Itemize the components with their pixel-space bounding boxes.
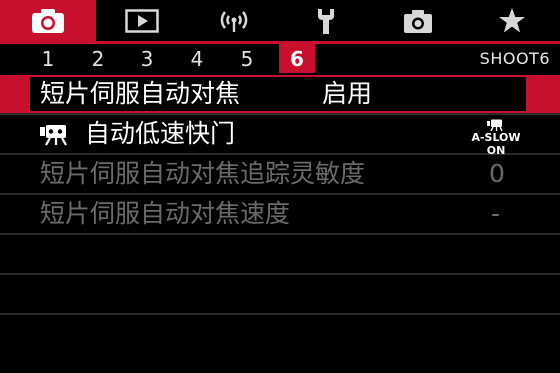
- page-label: SHOOT6: [479, 49, 550, 68]
- menu-item-label: 短片伺服自动对焦追踪灵敏度: [40, 159, 366, 188]
- tab-setup[interactable]: [280, 0, 372, 41]
- custom-camera-icon: [404, 9, 432, 33]
- wireless-icon: [220, 10, 248, 32]
- menu-item-label: 自动低速快门: [85, 119, 236, 148]
- star-icon: [499, 8, 525, 33]
- auto-slow-shutter-status: A-SLOW ON: [466, 119, 526, 157]
- tab-wireless[interactable]: [188, 0, 280, 41]
- page-1[interactable]: 1: [30, 44, 66, 74]
- movie-icon: [40, 125, 67, 146]
- menu-item-label: 短片伺服自动对焦速度: [40, 199, 291, 228]
- page-2[interactable]: 2: [80, 44, 116, 74]
- page-4[interactable]: 4: [179, 44, 215, 74]
- menu-item-auto-slow-shutter[interactable]: 自动低速快门 A-SLOW ON: [0, 115, 560, 157]
- selection-bar-right: [526, 75, 560, 113]
- page-5[interactable]: 5: [229, 44, 265, 74]
- page-3[interactable]: 3: [129, 44, 165, 74]
- tab-playback[interactable]: [96, 0, 188, 41]
- tab-shooting[interactable]: [0, 0, 96, 41]
- menu-item-empty: [0, 275, 560, 315]
- menu-item-value: -: [491, 199, 501, 228]
- menu-item-value: 启用: [322, 79, 373, 108]
- wrench-icon: [318, 8, 334, 34]
- menu-item-label: 短片伺服自动对焦: [40, 79, 241, 108]
- playback-icon: [125, 8, 159, 33]
- movie-small-icon: [487, 119, 503, 131]
- menu-item-tracking-sensitivity[interactable]: 短片伺服自动对焦追踪灵敏度 0: [0, 155, 560, 195]
- menu-item-empty: [0, 315, 560, 355]
- menu-item-value: 0: [489, 159, 505, 188]
- auto-slow-shutter-value: A-SLOW ON: [471, 131, 521, 157]
- page-6[interactable]: 6: [279, 44, 315, 73]
- menu-item-af-speed[interactable]: 短片伺服自动对焦速度 -: [0, 195, 560, 235]
- menu-list: 短片伺服自动对焦 启用 自动低速快门 A-SLOW ON 短片伺服自动对焦追踪灵…: [0, 75, 560, 355]
- menu-tab-bar: [0, 0, 560, 41]
- selection-bar-left: [0, 75, 30, 113]
- tab-custom-functions[interactable]: [372, 0, 464, 41]
- camera-icon: [32, 8, 64, 33]
- menu-item-movie-servo-af[interactable]: 短片伺服自动对焦 启用: [0, 75, 560, 115]
- menu-item-empty: [0, 235, 560, 275]
- page-selector: 1 2 3 4 5 6 SHOOT6: [0, 44, 560, 74]
- tab-my-menu[interactable]: [464, 0, 560, 41]
